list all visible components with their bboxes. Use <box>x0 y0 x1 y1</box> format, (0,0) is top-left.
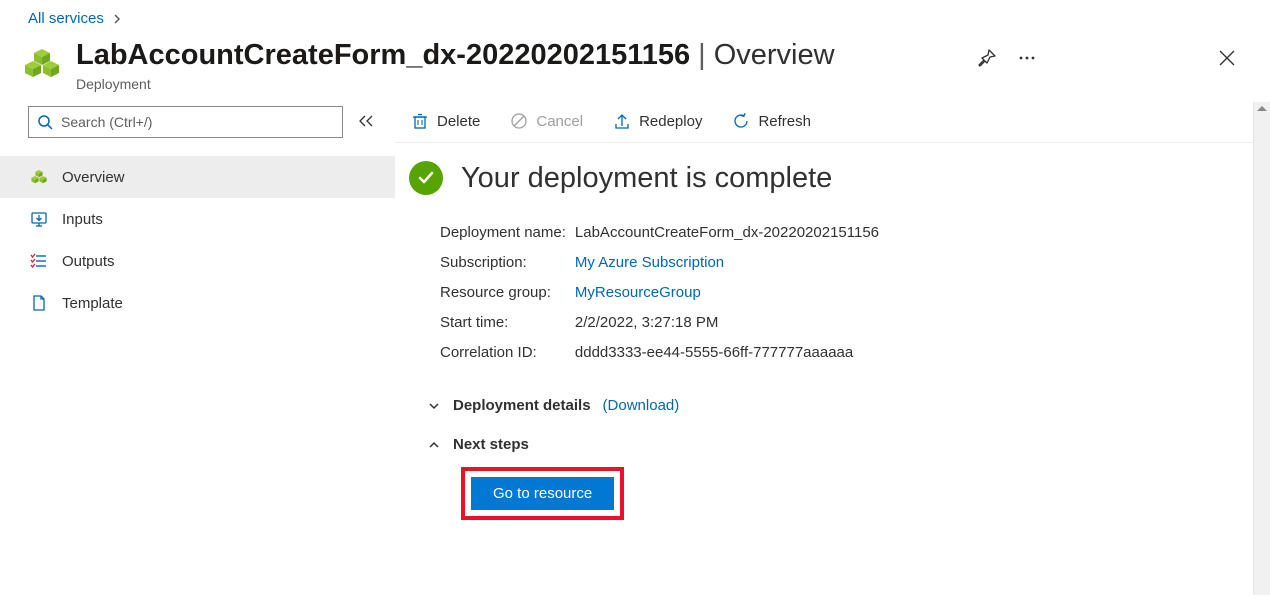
detail-label: Deployment name: <box>439 219 572 247</box>
breadcrumb-item-all-services[interactable]: All services <box>28 10 104 27</box>
search-input-wrapper[interactable] <box>28 106 343 138</box>
detail-row-correlation-id: Correlation ID: dddd3333-ee44-5555-66ff-… <box>439 339 880 367</box>
nav-label: Overview <box>62 169 125 186</box>
highlight-box: Go to resource <box>461 467 624 520</box>
success-check-icon <box>409 161 443 195</box>
command-bar: Delete Cancel Redeploy Refresh <box>395 102 1270 143</box>
nav-label: Inputs <box>62 211 103 228</box>
refresh-icon <box>732 112 750 130</box>
resource-title: LabAccountCreateForm_dx-20220202151156 <box>76 39 690 72</box>
nav-list: Overview Inputs <box>0 156 395 324</box>
cancel-button: Cancel <box>508 110 585 132</box>
detail-row-start-time: Start time: 2/2/2022, 3:27:18 PM <box>439 309 880 337</box>
nav-label: Outputs <box>62 253 115 270</box>
redeploy-button[interactable]: Redeploy <box>611 110 704 132</box>
tool-label: Redeploy <box>639 113 702 130</box>
deployment-resource-icon <box>22 39 62 83</box>
ban-icon <box>510 112 528 130</box>
detail-row-deployment-name: Deployment name: LabAccountCreateForm_dx… <box>439 219 880 247</box>
scrollbar-up-arrow-icon[interactable] <box>1257 106 1267 111</box>
cubes-icon <box>30 168 48 186</box>
status-title: Your deployment is complete <box>461 162 832 195</box>
list-check-icon <box>30 252 48 270</box>
title-separator: | <box>698 39 706 72</box>
page-type: Overview <box>714 39 835 72</box>
nav-item-template[interactable]: Template <box>0 282 395 324</box>
scrollbar[interactable] <box>1253 102 1270 595</box>
status-row: Your deployment is complete <box>409 161 1256 195</box>
upload-icon <box>613 112 631 130</box>
detail-label: Resource group: <box>439 279 572 307</box>
chevron-up-icon <box>427 438 441 452</box>
section-deployment-details[interactable]: Deployment details (Download) <box>409 397 1256 414</box>
resource-group-link[interactable]: MyResourceGroup <box>575 284 701 301</box>
more-button[interactable] <box>1018 55 1036 61</box>
subscription-link[interactable]: My Azure Subscription <box>575 254 724 271</box>
search-icon <box>37 114 53 130</box>
sidebar: Overview Inputs <box>0 102 395 595</box>
chevron-down-icon <box>427 399 441 413</box>
search-input[interactable] <box>59 113 334 131</box>
close-button[interactable] <box>1218 49 1236 67</box>
download-link[interactable]: (Download) <box>603 397 680 414</box>
document-icon <box>30 294 48 312</box>
detail-value: dddd3333-ee44-5555-66ff-777777aaaaaa <box>574 339 880 367</box>
tool-label: Delete <box>437 113 480 130</box>
main-content: Delete Cancel Redeploy Refresh Your depl… <box>395 102 1270 595</box>
section-title: Next steps <box>453 436 529 453</box>
page-header: LabAccountCreateForm_dx-20220202151156 |… <box>0 33 1270 102</box>
nav-label: Template <box>62 295 123 312</box>
chevron-right-icon <box>112 14 122 24</box>
nav-item-inputs[interactable]: Inputs <box>0 198 395 240</box>
tool-label: Refresh <box>758 113 811 130</box>
refresh-button[interactable]: Refresh <box>730 110 813 132</box>
detail-label: Start time: <box>439 309 572 337</box>
section-title: Deployment details <box>453 397 591 414</box>
nav-item-outputs[interactable]: Outputs <box>0 240 395 282</box>
section-next-steps[interactable]: Next steps <box>409 436 1256 453</box>
deployment-details-table: Deployment name: LabAccountCreateForm_dx… <box>409 217 882 369</box>
detail-row-subscription: Subscription: My Azure Subscription <box>439 249 880 277</box>
go-to-resource-button[interactable]: Go to resource <box>471 477 614 510</box>
monitor-down-icon <box>30 210 48 228</box>
trash-icon <box>411 112 429 130</box>
resource-subtitle: Deployment <box>76 76 978 92</box>
detail-row-resource-group: Resource group: MyResourceGroup <box>439 279 880 307</box>
detail-value: 2/2/2022, 3:27:18 PM <box>574 309 880 337</box>
breadcrumb: All services <box>0 0 1270 33</box>
collapse-sidebar-button[interactable] <box>357 114 375 131</box>
pin-button[interactable] <box>978 49 996 67</box>
tool-label: Cancel <box>536 113 583 130</box>
detail-label: Subscription: <box>439 249 572 277</box>
detail-label: Correlation ID: <box>439 339 572 367</box>
nav-item-overview[interactable]: Overview <box>0 156 395 198</box>
detail-value: LabAccountCreateForm_dx-20220202151156 <box>574 219 880 247</box>
delete-button[interactable]: Delete <box>409 110 482 132</box>
